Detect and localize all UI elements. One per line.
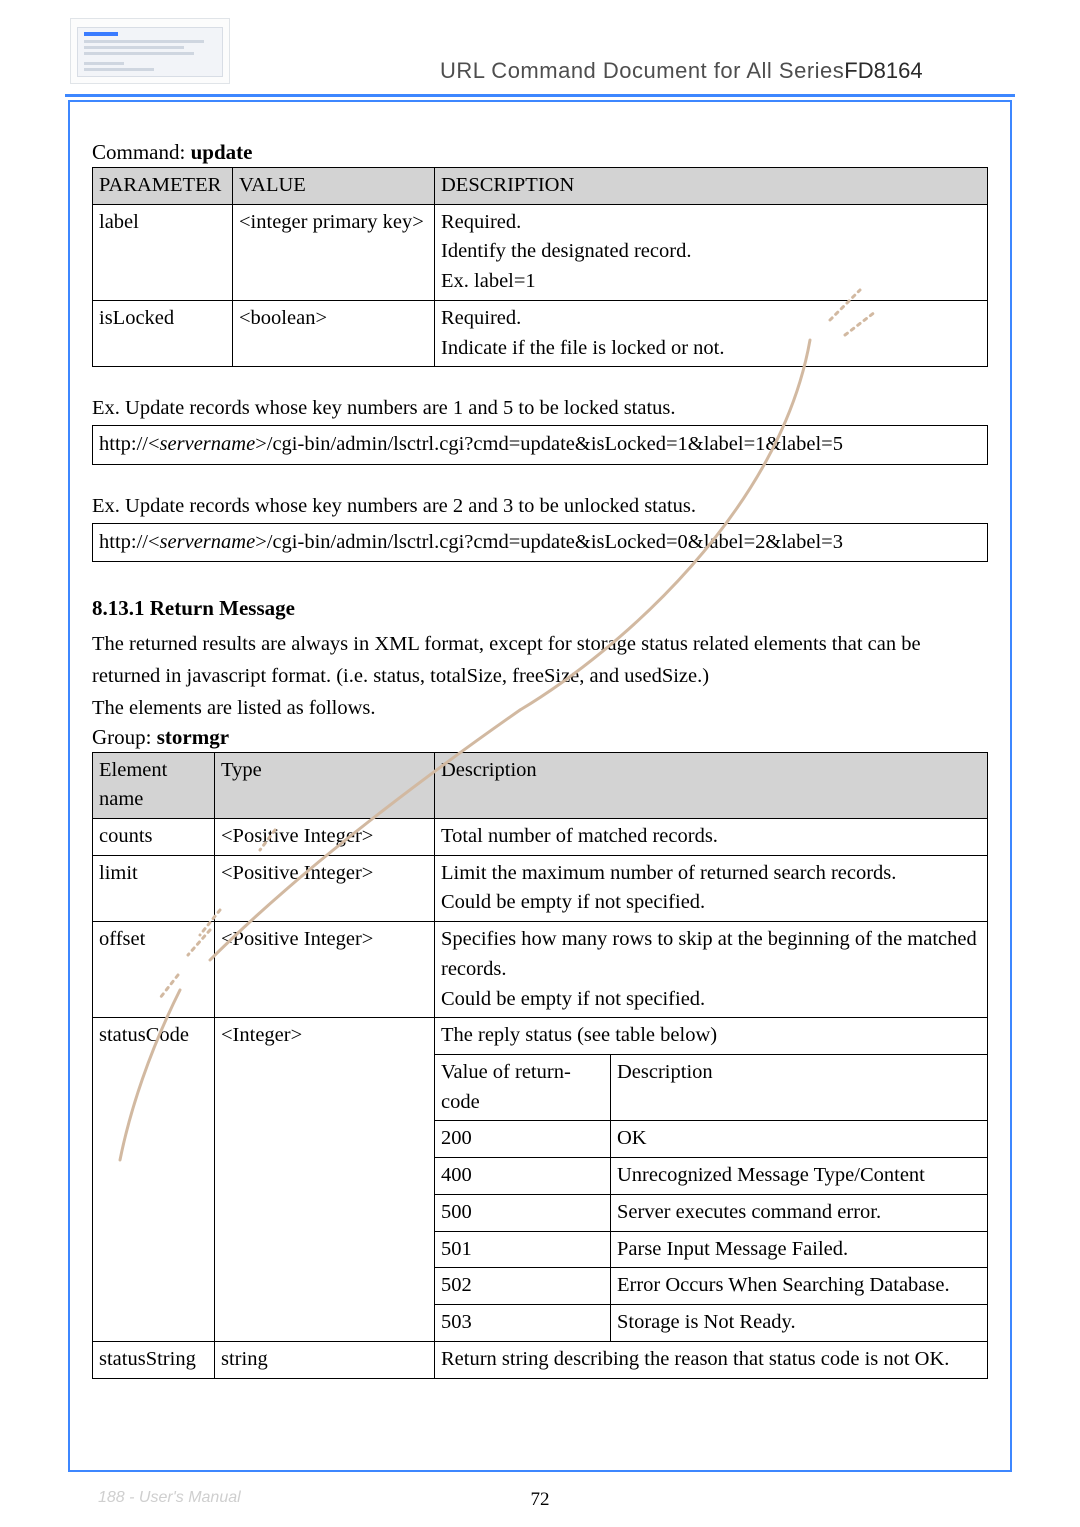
cell-desc: Return string describing the reason that… <box>435 1341 988 1378</box>
cell-type: <Positive Integer> <box>215 855 435 921</box>
group-line: Group: stormgr <box>92 725 988 750</box>
cell-desc: Required. Identify the designated record… <box>435 204 988 300</box>
desc-line: Indicate if the file is locked or not. <box>441 337 725 359</box>
cell-desc: Specifies how many rows to skip at the b… <box>435 922 988 1018</box>
col-element: Element name <box>93 752 215 818</box>
table-row: statusCode <Integer> The reply status (s… <box>93 1018 988 1055</box>
command-line: Command: update <box>92 140 988 165</box>
url-part: http://< <box>99 531 160 553</box>
cell-code-desc: Storage is Not Ready. <box>611 1305 988 1342</box>
cell-param: isLocked <box>93 300 233 366</box>
url-part: >/cgi-bin/admin/lsctrl.cgi?cmd=update&is… <box>255 433 843 455</box>
cell-desc: Total number of matched records. <box>435 819 988 856</box>
desc-line: Required. <box>441 211 521 233</box>
element-table: Element name Type Description counts <Po… <box>92 752 988 1379</box>
cell-code: 502 <box>435 1268 611 1305</box>
cell-name: counts <box>93 819 215 856</box>
desc-line: Specifies how many rows to skip at the b… <box>441 928 977 980</box>
desc-line: Ex. label=1 <box>441 270 536 292</box>
cell-value: <integer primary key> <box>233 204 435 300</box>
cell-code-desc: Server executes command error. <box>611 1194 988 1231</box>
table-row: label <integer primary key> Required. Id… <box>93 204 988 300</box>
table-row: isLocked <boolean> Required. Indicate if… <box>93 300 988 366</box>
col-type: Type <box>215 752 435 818</box>
page-thumbnail <box>70 18 230 84</box>
cell-type: <Positive Integer> <box>215 922 435 1018</box>
subhead-value: Value of return-code <box>435 1055 611 1121</box>
cell-name: statusString <box>93 1341 215 1378</box>
table-row: offset <Positive Integer> Specifies how … <box>93 922 988 1018</box>
cell-code: 200 <box>435 1121 611 1158</box>
page-footer: 188 - User's Manual 72 <box>0 1483 1080 1517</box>
cell-name: statusCode <box>93 1018 215 1341</box>
cell-value: <boolean> <box>233 300 435 366</box>
table-header-row: PARAMETER VALUE DESCRIPTION <box>93 168 988 205</box>
url-servername: servername <box>160 433 256 455</box>
url-part: >/cgi-bin/admin/lsctrl.cgi?cmd=update&is… <box>255 531 843 553</box>
cell-desc: The reply status (see table below) <box>435 1018 988 1055</box>
cell-code: 503 <box>435 1305 611 1342</box>
example-2-url: http://<servername>/cgi-bin/admin/lsctrl… <box>92 523 988 563</box>
header-rule <box>65 94 1015 97</box>
section-paragraph: The returned results are always in XML f… <box>92 629 988 693</box>
cell-code-desc: Error Occurs When Searching Database. <box>611 1268 988 1305</box>
example-1-text: Ex. Update records whose key numbers are… <box>92 393 988 425</box>
cell-type: <Integer> <box>215 1018 435 1341</box>
cell-code: 501 <box>435 1231 611 1268</box>
desc-line: Could be empty if not specified. <box>441 891 705 913</box>
parameter-table: PARAMETER VALUE DESCRIPTION label <integ… <box>92 167 988 367</box>
footer-page-number: 72 <box>0 1489 1080 1511</box>
cell-desc: Required. Indicate if the file is locked… <box>435 300 988 366</box>
col-parameter: PARAMETER <box>93 168 233 205</box>
doc-header: URL Command Document for All SeriesFD816… <box>440 58 1010 84</box>
group-label: Group: <box>92 725 157 749</box>
desc-line: Could be empty if not specified. <box>441 988 705 1010</box>
cell-type: <Positive Integer> <box>215 819 435 856</box>
header-part-a: URL Command Document for <box>440 58 746 83</box>
section-paragraph: The elements are listed as follows. <box>92 693 988 725</box>
cell-code: 400 <box>435 1158 611 1195</box>
cell-code-desc: OK <box>611 1121 988 1158</box>
page: URL Command Document for All SeriesFD816… <box>0 0 1080 1527</box>
content-frame: Command: update PARAMETER VALUE DESCRIPT… <box>68 100 1012 1472</box>
cell-code-desc: Unrecognized Message Type/Content <box>611 1158 988 1195</box>
cell-code-desc: Parse Input Message Failed. <box>611 1231 988 1268</box>
cell-name: offset <box>93 922 215 1018</box>
col-description: DESCRIPTION <box>435 168 988 205</box>
desc-line: Identify the designated record. <box>441 240 691 262</box>
header-part-c: FD8164 <box>844 58 922 83</box>
cell-type: string <box>215 1341 435 1378</box>
section-heading: 8.13.1 Return Message <box>92 596 988 621</box>
url-servername: servername <box>160 531 256 553</box>
subhead-desc: Description <box>611 1055 988 1121</box>
col-value: VALUE <box>233 168 435 205</box>
example-2-text: Ex. Update records whose key numbers are… <box>92 491 988 523</box>
group-name: stormgr <box>157 725 229 749</box>
col-description: Description <box>435 752 988 818</box>
example-1-url: http://<servername>/cgi-bin/admin/lsctrl… <box>92 425 988 465</box>
cell-param: label <box>93 204 233 300</box>
header-part-b: All Series <box>746 58 844 83</box>
command-label: Command: <box>92 140 191 164</box>
cell-code: 500 <box>435 1194 611 1231</box>
command-name: update <box>191 140 253 164</box>
table-header-row: Element name Type Description <box>93 752 988 818</box>
table-row: counts <Positive Integer> Total number o… <box>93 819 988 856</box>
desc-line: Limit the maximum number of returned sea… <box>441 862 896 884</box>
url-part: http://< <box>99 433 160 455</box>
desc-line: Required. <box>441 307 521 329</box>
cell-name: limit <box>93 855 215 921</box>
table-row: limit <Positive Integer> Limit the maxim… <box>93 855 988 921</box>
table-row: statusString string Return string descri… <box>93 1341 988 1378</box>
cell-desc: Limit the maximum number of returned sea… <box>435 855 988 921</box>
